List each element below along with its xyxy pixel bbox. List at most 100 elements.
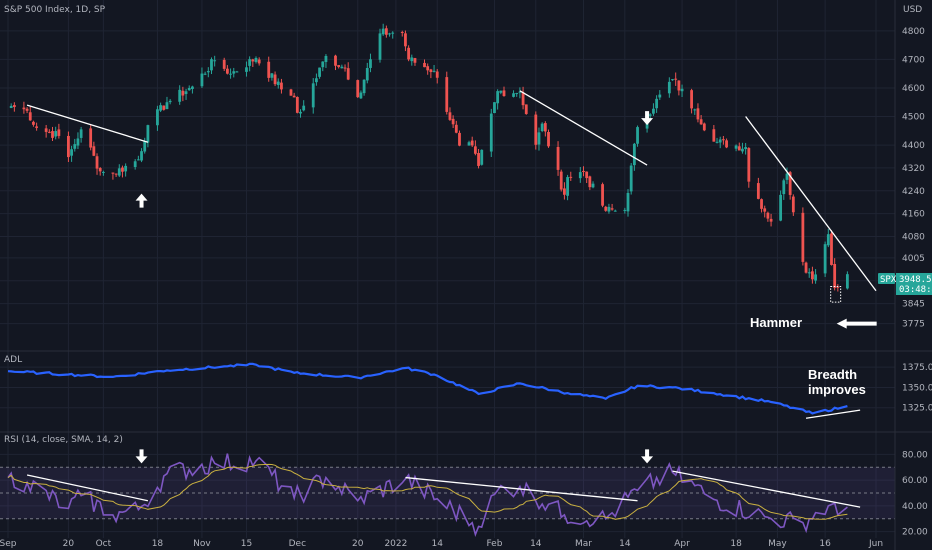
candle-body[interactable]: [343, 67, 347, 69]
candle-body[interactable]: [181, 90, 185, 96]
candle-body[interactable]: [454, 124, 458, 133]
candle-body[interactable]: [693, 109, 697, 111]
candle-body[interactable]: [143, 141, 147, 152]
candle-body[interactable]: [111, 172, 115, 174]
candle-body[interactable]: [473, 146, 477, 154]
candle-body[interactable]: [32, 121, 35, 125]
candle-body[interactable]: [480, 149, 484, 165]
candle-body[interactable]: [381, 28, 385, 35]
candle-body[interactable]: [458, 132, 461, 146]
candle-body[interactable]: [168, 100, 172, 103]
candle-body[interactable]: [524, 104, 528, 114]
candle-body[interactable]: [715, 141, 719, 143]
candle-body[interactable]: [47, 131, 51, 133]
candle-body[interactable]: [534, 114, 538, 145]
candle-body[interactable]: [823, 244, 827, 274]
candle-body[interactable]: [378, 33, 382, 60]
candle-body[interactable]: [811, 271, 814, 280]
candle-body[interactable]: [404, 33, 407, 47]
candle-body[interactable]: [362, 79, 366, 94]
candle-body[interactable]: [187, 87, 191, 91]
candle-body[interactable]: [426, 66, 430, 71]
candle-body[interactable]: [699, 119, 703, 125]
candle-body[interactable]: [445, 77, 449, 112]
candle-body[interactable]: [801, 212, 805, 262]
candle-body[interactable]: [315, 78, 318, 83]
candle-body[interactable]: [79, 129, 83, 138]
candle-body[interactable]: [674, 78, 678, 80]
candle-body[interactable]: [448, 112, 452, 120]
candle-body[interactable]: [629, 165, 633, 192]
candle-body[interactable]: [73, 144, 77, 149]
candle-body[interactable]: [451, 118, 455, 125]
candle-body[interactable]: [302, 105, 306, 111]
candle-body[interactable]: [537, 132, 541, 145]
candle-body[interactable]: [540, 123, 544, 132]
candle-body[interactable]: [493, 102, 496, 114]
candle-body[interactable]: [270, 73, 274, 78]
candle-body[interactable]: [588, 176, 592, 188]
candle-body[interactable]: [203, 73, 207, 75]
candle-body[interactable]: [410, 57, 414, 62]
candle-body[interactable]: [210, 59, 213, 71]
candle-body[interactable]: [289, 89, 293, 96]
candle-body[interactable]: [400, 31, 404, 33]
candle-body[interactable]: [470, 140, 474, 146]
candle-body[interactable]: [744, 147, 748, 150]
candle-body[interactable]: [225, 68, 229, 74]
candle-body[interactable]: [785, 173, 789, 180]
candle-body[interactable]: [804, 262, 808, 273]
candle-body[interactable]: [435, 71, 439, 78]
candle-body[interactable]: [222, 59, 226, 69]
candle-body[interactable]: [432, 70, 436, 72]
candle-body[interactable]: [44, 128, 48, 132]
candle-body[interactable]: [267, 61, 271, 78]
chart-canvas[interactable]: Sep 20 Oct 18 Nov 15 Dec 20 2022 14 Feb 14 Mar 14 Apr 1…: [0, 0, 932, 550]
candle-body[interactable]: [467, 142, 471, 146]
candle-body[interactable]: [321, 61, 325, 68]
candle-body[interactable]: [502, 90, 506, 97]
candle-body[interactable]: [830, 233, 833, 265]
candle-body[interactable]: [814, 274, 817, 281]
candle-body[interactable]: [826, 234, 830, 246]
candle-body[interactable]: [725, 140, 728, 148]
candle-body[interactable]: [28, 112, 32, 121]
candle-body[interactable]: [658, 94, 662, 98]
candle-body[interactable]: [98, 168, 102, 172]
candle-body[interactable]: [496, 91, 500, 104]
candle-body[interactable]: [747, 148, 751, 182]
candle-body[interactable]: [791, 196, 795, 213]
candle-body[interactable]: [626, 192, 630, 212]
candle-body[interactable]: [140, 151, 143, 161]
candle-body[interactable]: [114, 173, 118, 175]
candle-body[interactable]: [340, 66, 344, 69]
candle-body[interactable]: [95, 156, 99, 169]
candle-body[interactable]: [845, 274, 849, 289]
candle-body[interactable]: [280, 82, 283, 90]
candle-body[interactable]: [159, 105, 163, 111]
candle-body[interactable]: [601, 184, 604, 206]
candle-body[interactable]: [429, 69, 433, 73]
candle-body[interactable]: [769, 218, 773, 222]
candle-body[interactable]: [779, 194, 783, 221]
candle-body[interactable]: [477, 153, 480, 166]
candle-body[interactable]: [251, 59, 255, 62]
candle-body[interactable]: [22, 107, 26, 110]
candle-body[interactable]: [680, 88, 684, 92]
candle-body[interactable]: [200, 73, 204, 87]
candle-body[interactable]: [690, 90, 693, 109]
candle-body[interactable]: [388, 33, 391, 35]
candle-body[interactable]: [766, 212, 770, 219]
candle-body[interactable]: [121, 167, 124, 172]
candle-body[interactable]: [737, 146, 741, 151]
candle-body[interactable]: [101, 171, 105, 173]
candle-body[interactable]: [54, 131, 58, 137]
candle-body[interactable]: [292, 95, 296, 98]
candle-body[interactable]: [667, 81, 671, 94]
candle-body[interactable]: [273, 74, 277, 85]
candle-body[interactable]: [648, 114, 652, 116]
candle-body[interactable]: [489, 113, 493, 152]
candle-body[interactable]: [356, 80, 360, 98]
candle-body[interactable]: [257, 59, 261, 64]
candle-body[interactable]: [67, 135, 70, 158]
